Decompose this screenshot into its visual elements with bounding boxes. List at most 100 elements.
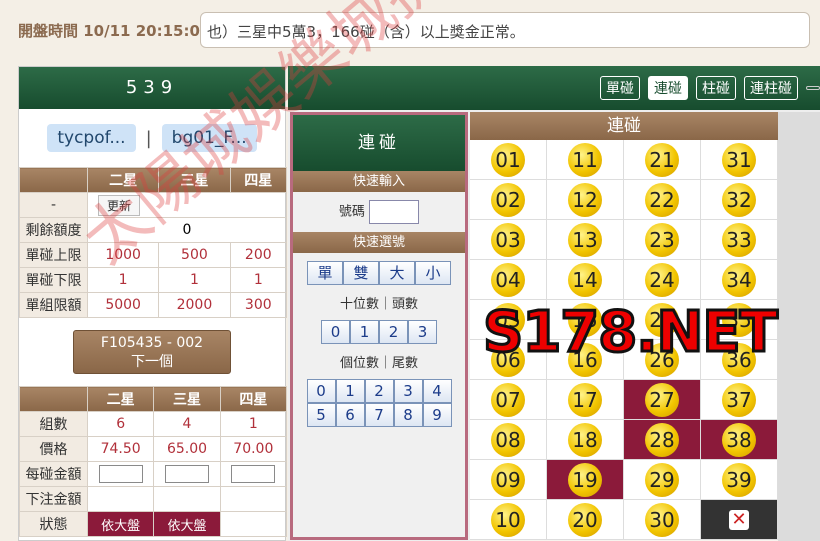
number-ball: 19	[568, 462, 602, 497]
bet-table: 二星 三星 四星 組數 6 4 1 價格 74.50 65.00 70.00 每碰金額 下注金額…	[19, 386, 288, 537]
number-ball: 39	[722, 462, 756, 497]
ones-button[interactable]: 3	[393, 379, 423, 403]
number-ball: 38	[722, 422, 756, 457]
number-ball-cell[interactable]: 22	[624, 180, 701, 220]
number-ball-cell[interactable]: 34	[701, 260, 778, 300]
watermark-logo: S178.NET	[482, 299, 780, 367]
tab-single[interactable]: 單碰	[600, 76, 640, 100]
number-ball: 37	[722, 382, 756, 417]
number-ball: 22	[645, 182, 679, 217]
number-ball: 23	[645, 222, 679, 257]
number-ball: 17	[568, 382, 602, 417]
number-ball-cell[interactable]: 24	[624, 260, 701, 300]
number-ball-cell[interactable]: 12	[547, 180, 624, 220]
number-ball-cell[interactable]: 38	[701, 420, 778, 460]
even-button[interactable]: 雙	[343, 261, 379, 285]
number-ball-cell[interactable]: 20	[547, 500, 624, 540]
ones-button[interactable]: 4	[422, 379, 452, 403]
number-ball-cell[interactable]: 08	[470, 420, 547, 460]
number-ball: 09	[491, 462, 525, 497]
number-ball-cell[interactable]: 37	[701, 380, 778, 420]
number-ball-cell[interactable]: 18	[547, 420, 624, 460]
number-ball: 14	[568, 262, 602, 297]
number-ball: 02	[491, 182, 525, 217]
ones-button[interactable]: 5	[306, 403, 336, 427]
ones-button[interactable]: 6	[335, 403, 365, 427]
number-ball-cell[interactable]: 29	[624, 460, 701, 500]
number-ball-cell[interactable]: 27	[624, 380, 701, 420]
ones-button[interactable]: 9	[422, 403, 452, 427]
number-ball: 28	[645, 422, 679, 457]
quick-title: 連碰	[293, 115, 465, 171]
number-ball-cell[interactable]: 19	[547, 460, 624, 500]
tens-button[interactable]: 2	[379, 320, 408, 344]
number-ball: 18	[568, 422, 602, 457]
number-ball-cell[interactable]: 07	[470, 380, 547, 420]
tens-button[interactable]: 1	[350, 320, 379, 344]
bet-amount-input[interactable]	[231, 465, 276, 483]
number-ball-cell[interactable]: 32	[701, 180, 778, 220]
tab-pillar[interactable]: 柱碰	[696, 76, 736, 100]
number-ball: 01	[491, 142, 525, 177]
tab-consecutive[interactable]: 連碰	[648, 76, 688, 100]
number-ball: 24	[645, 262, 679, 297]
number-ball: 11	[568, 142, 602, 177]
number-ball: 08	[491, 422, 525, 457]
ones-button[interactable]: 1	[335, 379, 365, 403]
number-ball-cell[interactable]: 30	[624, 500, 701, 540]
ones-button[interactable]: 0	[306, 379, 336, 403]
number-ball: 04	[491, 262, 525, 297]
number-ball-cell[interactable]: 28	[624, 420, 701, 460]
number-ball: 33	[722, 222, 756, 257]
user-chip[interactable]: tycpof...	[47, 124, 136, 152]
big-button[interactable]: 大	[379, 261, 415, 285]
bet-amount-input[interactable]	[164, 465, 209, 483]
gray-strip	[778, 112, 820, 541]
number-ball: 32	[722, 182, 756, 217]
number-ball-cell[interactable]: 01	[470, 140, 547, 180]
number-ball-cell[interactable]: 02	[470, 180, 547, 220]
number-ball: 34	[722, 262, 756, 297]
number-ball: 31	[722, 142, 756, 177]
number-ball: 30	[645, 502, 679, 537]
number-input[interactable]	[369, 200, 420, 224]
number-ball-cell[interactable]: 03	[470, 220, 547, 260]
close-icon: ✕	[729, 509, 749, 530]
number-ball-cell[interactable]: 09	[470, 460, 547, 500]
tens-button[interactable]: 3	[408, 320, 437, 344]
number-ball-cell[interactable]: 17	[547, 380, 624, 420]
number-ball-cell[interactable]: 33	[701, 220, 778, 260]
number-ball-cell[interactable]: 21	[624, 140, 701, 180]
number-ball: 12	[568, 182, 602, 217]
small-button[interactable]: 小	[415, 261, 451, 285]
number-ball-cell[interactable]: 31	[701, 140, 778, 180]
number-ball: 21	[645, 142, 679, 177]
tab-more[interactable]	[806, 86, 820, 90]
grid-title: 連碰	[470, 112, 778, 140]
number-ball-cell[interactable]: 10	[470, 500, 547, 540]
play-tabs: 單碰 連碰 柱碰 連柱碰	[288, 66, 820, 110]
number-ball: 07	[491, 382, 525, 417]
odd-button[interactable]: 單	[307, 261, 343, 285]
number-ball: 27	[645, 382, 679, 417]
tab-consecutive-pillar[interactable]: 連柱碰	[744, 76, 798, 100]
ones-button[interactable]: 2	[364, 379, 394, 403]
number-ball-cell[interactable]: 39	[701, 460, 778, 500]
ones-button[interactable]: 8	[393, 403, 423, 427]
open-time: 開盤時間 10/11 20:15:00	[18, 22, 211, 40]
number-ball-cell[interactable]: 14	[547, 260, 624, 300]
ones-button[interactable]: 7	[364, 403, 394, 427]
quick-panel: 連碰 快速輸入 號碼 快速選號 單 雙 大 小 十位數｜頭數 0 1 2 3 個…	[290, 112, 468, 540]
number-ball: 10	[491, 502, 525, 537]
number-ball: 29	[645, 462, 679, 497]
number-ball: 13	[568, 222, 602, 257]
number-ball-cell[interactable]: 13	[547, 220, 624, 260]
tens-button[interactable]: 0	[321, 320, 350, 344]
number-ball-cell[interactable]: 04	[470, 260, 547, 300]
number-ball-cell[interactable]: 23	[624, 220, 701, 260]
next-bill-button[interactable]: F105435 - 002 下一個	[73, 330, 231, 374]
bet-amount-input[interactable]	[98, 465, 143, 483]
number-ball: 03	[491, 222, 525, 257]
clear-button[interactable]: ✕	[701, 500, 778, 540]
number-ball-cell[interactable]: 11	[547, 140, 624, 180]
